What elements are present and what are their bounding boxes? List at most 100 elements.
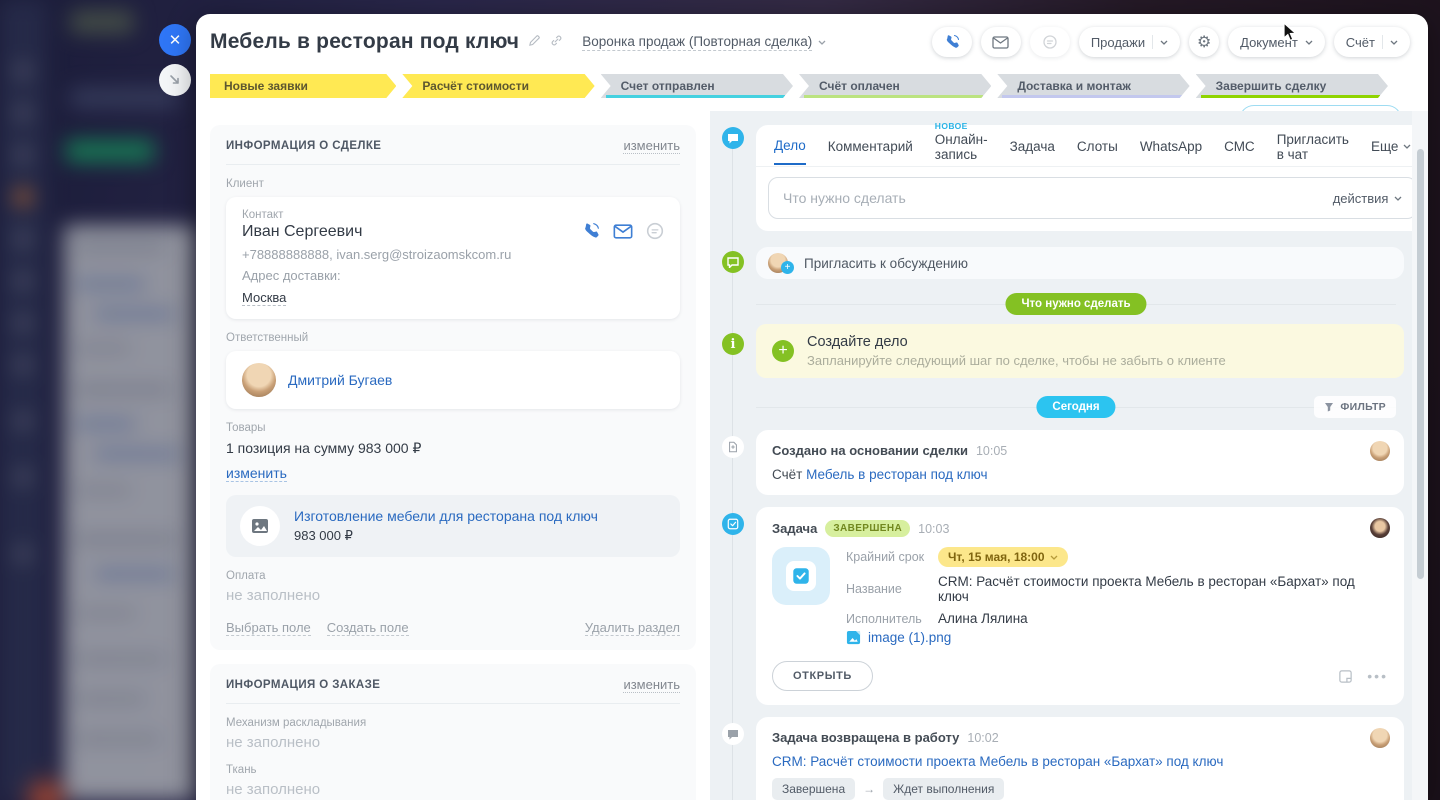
- edit-title-icon[interactable]: [528, 34, 541, 50]
- timeline-tab-whatsapp[interactable]: WhatsApp: [1140, 127, 1202, 164]
- scrollbar-thumb[interactable]: [1417, 149, 1424, 579]
- scrollbar-track[interactable]: [1412, 111, 1428, 800]
- image-file-icon: [846, 630, 861, 645]
- composer-actions-button[interactable]: действия: [1333, 191, 1403, 206]
- contact-mail-icon[interactable]: [613, 223, 633, 239]
- delete-section-link[interactable]: Удалить раздел: [584, 620, 680, 636]
- composer-input[interactable]: [783, 190, 1323, 206]
- timeline: Дело Комментарий НОВОЕ Онлайн-запись Зад…: [710, 111, 1428, 800]
- funnel-selector[interactable]: Воронка продаж (Повторная сделка): [582, 34, 826, 51]
- products-edit-link[interactable]: изменить: [226, 465, 287, 482]
- order-info-section: ИНФОРМАЦИЯ О ЗАКАЗЕ изменить Механизм ра…: [210, 664, 696, 800]
- section-title: ИНФОРМАЦИЯ О ЗАКАЗЕ: [226, 679, 381, 691]
- timeline-discussion-icon: [722, 251, 744, 273]
- invite-discussion-bar[interactable]: + Пригласить к обсуждению: [756, 247, 1404, 279]
- section-edit-link[interactable]: изменить: [623, 138, 680, 154]
- entry-body-prefix: Счёт: [772, 467, 803, 482]
- today-divider: Сегодня ФИЛЬТР: [756, 396, 1396, 418]
- timeline-tab-activity[interactable]: Дело: [774, 126, 806, 165]
- timeline-tab-comment[interactable]: Комментарий: [828, 127, 913, 164]
- task-name-label: Название: [846, 582, 902, 596]
- create-activity-hint[interactable]: + Создайте дело Запланируйте следующий ш…: [756, 324, 1404, 378]
- hint-title: Создайте дело: [807, 334, 908, 350]
- timeline-tabs: Дело Комментарий НОВОЕ Онлайн-запись Зад…: [756, 121, 1428, 167]
- bubble-icon: [722, 723, 744, 745]
- new-badge: НОВОЕ: [934, 120, 968, 131]
- email-button[interactable]: [980, 27, 1021, 57]
- stage-new[interactable]: Новые заявки: [210, 74, 396, 98]
- deadline-pill[interactable]: Чт, 15 мая, 18:00: [938, 547, 1068, 567]
- task-link[interactable]: CRM: Расчёт стоимости проекта Мебель в р…: [772, 754, 1223, 769]
- timeline-tab-task[interactable]: Задача: [1010, 127, 1055, 164]
- product-name[interactable]: Изготовление мебели для ресторана под кл…: [294, 508, 598, 524]
- stage-invoice-sent[interactable]: Счет отправлен: [601, 74, 793, 98]
- timeline-comment-icon: [722, 127, 744, 149]
- stage-delivery[interactable]: Доставка и монтаж: [997, 74, 1189, 98]
- deal-stage-bar: Новые заявки Расчёт стоимости Счет отпра…: [210, 74, 1388, 98]
- entry-author-avatar: [1370, 441, 1390, 461]
- stage-estimate[interactable]: Расчёт стоимости: [402, 74, 594, 98]
- filter-button[interactable]: ФИЛЬТР: [1314, 396, 1396, 418]
- timeline-tab-invite-chat[interactable]: Пригласить в чат: [1277, 120, 1349, 172]
- slider-close-button[interactable]: ✕: [159, 24, 191, 56]
- attachment-link[interactable]: image (1).png: [868, 630, 951, 645]
- sales-dropdown-button[interactable]: Продажи: [1078, 27, 1181, 57]
- assignee-link[interactable]: Алина Лялина: [938, 611, 1028, 626]
- responsible-card: Дмитрий Бугаев: [226, 351, 680, 409]
- section-edit-link[interactable]: изменить: [623, 677, 680, 693]
- address-value[interactable]: Москва: [242, 290, 287, 306]
- invoice-dropdown-button[interactable]: Счёт: [1333, 27, 1410, 57]
- entry-title: Задача: [772, 521, 818, 536]
- contact-chat-icon[interactable]: [646, 222, 664, 240]
- chevron-down-icon: [1050, 555, 1057, 560]
- copy-link-icon[interactable]: [550, 34, 563, 50]
- task-big-icon: [772, 547, 830, 605]
- create-field-link[interactable]: Создать поле: [326, 620, 409, 636]
- deal-title: Мебель в ресторан под ключ: [210, 30, 520, 53]
- products-summary: 1 позиция на сумму 983 000 ₽: [226, 440, 422, 456]
- task-name-link[interactable]: CRM: Расчёт стоимости проекта Мебель в р…: [938, 574, 1388, 604]
- timeline-tab-more[interactable]: Еще: [1371, 127, 1411, 164]
- todo-pill-button[interactable]: Что нужно сделать: [1005, 293, 1147, 315]
- responsible-avatar: [242, 363, 276, 397]
- deadline-label: Крайний срок: [846, 550, 925, 564]
- chat-icon: [1043, 35, 1057, 49]
- note-icon[interactable]: [1338, 669, 1353, 684]
- timeline-tab-slots[interactable]: Слоты: [1077, 127, 1118, 164]
- contact-type-label: Контакт: [242, 209, 284, 221]
- invoice-link[interactable]: Мебель в ресторан под ключ: [806, 467, 987, 482]
- chevron-down-icon: [1403, 144, 1411, 149]
- plus-icon: +: [772, 340, 794, 362]
- today-badge: Сегодня: [1036, 396, 1116, 418]
- header-actions: Продажи ⚙ Документ Счёт: [931, 27, 1410, 57]
- composer-input-wrap: действия: [768, 177, 1418, 219]
- slider-dock-button[interactable]: [159, 64, 191, 96]
- more-actions-icon[interactable]: •••: [1367, 668, 1388, 684]
- phone-icon: [946, 34, 959, 48]
- arrow-right-icon: →: [863, 782, 876, 796]
- document-dropdown-button[interactable]: Документ: [1228, 27, 1325, 57]
- contact-call-icon[interactable]: [582, 222, 600, 240]
- deal-slider-panel: Мебель в ресторан под ключ Воронка прода…: [196, 14, 1428, 800]
- deal-info-section: ИНФОРМАЦИЯ О СДЕЛКЕ изменить Клиент Конт…: [210, 125, 696, 650]
- responsible-name[interactable]: Дмитрий Бугаев: [288, 372, 392, 388]
- timeline-tab-online-booking[interactable]: НОВОЕ Онлайн-запись: [935, 120, 988, 172]
- mouse-cursor: [1283, 22, 1297, 42]
- open-task-button[interactable]: ОТКРЫТЬ: [772, 661, 873, 691]
- entry-time: 10:02: [967, 730, 999, 745]
- select-field-link[interactable]: Выбрать поле: [226, 620, 311, 636]
- settings-button[interactable]: ⚙: [1189, 27, 1220, 57]
- timeline-tab-sms[interactable]: СМС: [1224, 127, 1255, 164]
- contact-name[interactable]: Иван Сергеевич: [242, 223, 362, 241]
- chevron-down-icon: [818, 40, 826, 45]
- mail-icon: [992, 35, 1009, 49]
- payment-label: Оплата: [226, 570, 266, 582]
- field-value: не заполнено: [226, 781, 321, 798]
- stage-invoice-paid[interactable]: Счёт оплачен: [799, 74, 991, 98]
- contact-details: +78888888888, ivan.serg@stroizaomskcom.r…: [242, 247, 512, 262]
- section-title: ИНФОРМАЦИЯ О СДЕЛКЕ: [226, 140, 382, 152]
- chat-button[interactable]: [1029, 27, 1070, 57]
- stage-close-deal[interactable]: Завершить сделку: [1196, 74, 1388, 98]
- entry-time: 10:03: [918, 521, 950, 536]
- call-button[interactable]: [931, 27, 972, 57]
